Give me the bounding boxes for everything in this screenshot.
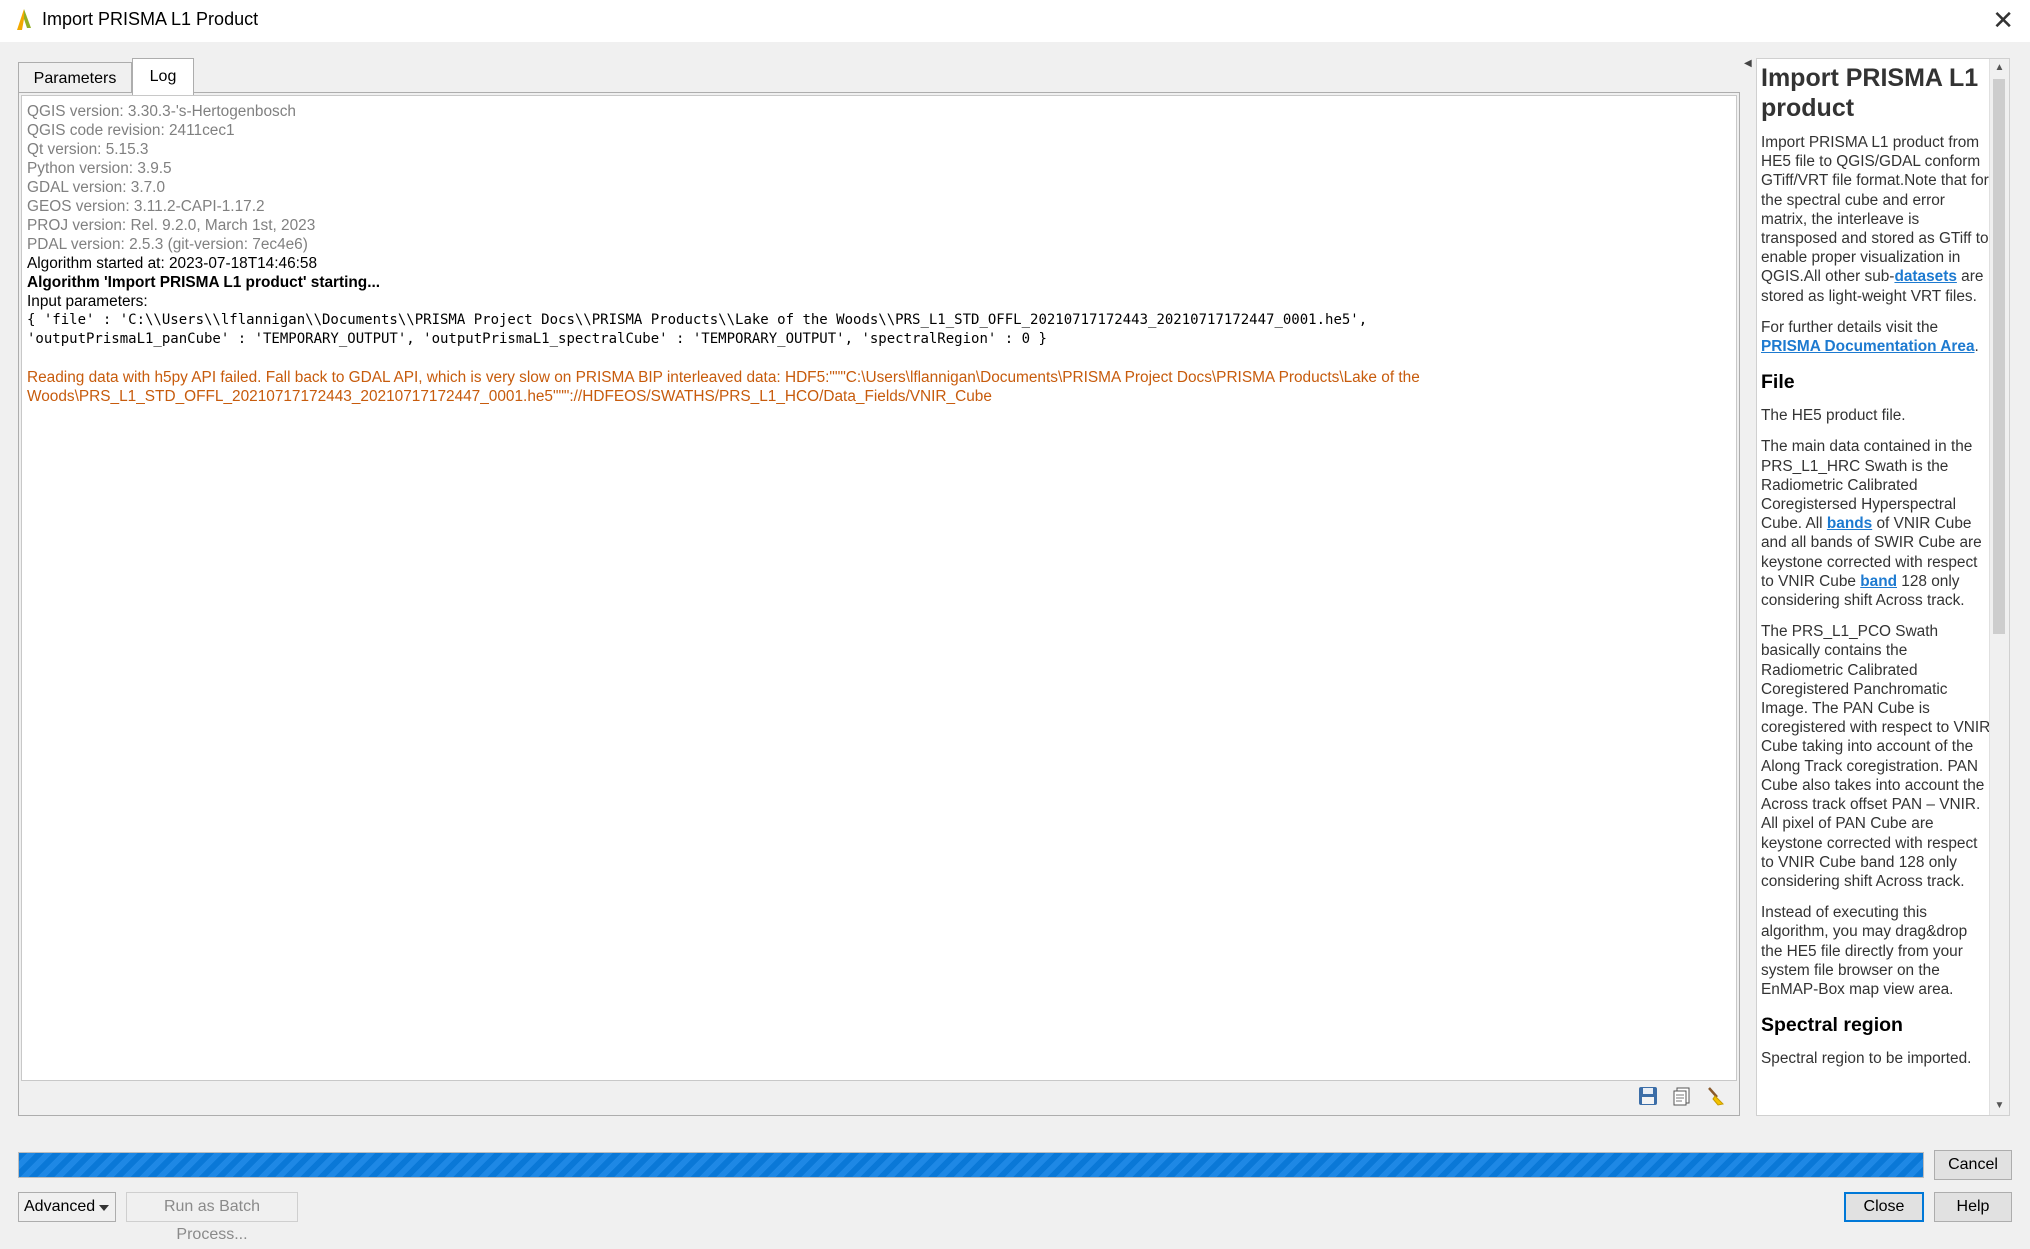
log-started-at: Algorithm started at: 2023-07-18T14:46:5… (27, 255, 318, 272)
progress-bar (18, 1152, 1924, 1178)
log-starting: Algorithm 'Import PRISMA L1 product' sta… (27, 274, 381, 291)
title-bar: Import PRISMA L1 Product ✕ (0, 0, 2030, 42)
help-scrollbar[interactable]: ▲ ▼ (1989, 59, 2009, 1115)
collapse-help-arrow-icon[interactable]: ◀ (1744, 58, 1752, 69)
log-params-line: { 'file' : 'C:\\Users\\lflannigan\\Docum… (27, 312, 1368, 328)
chevron-down-icon (99, 1205, 109, 1211)
save-icon[interactable] (1637, 1085, 1659, 1107)
log-warning: Woods\PRS_L1_STD_OFFL_20210717172443_202… (27, 388, 992, 405)
log-line: QGIS version: 3.30.3-'s-Hertogenbosch (27, 103, 296, 120)
help-panel: Import PRISMA L1 product Import PRISMA L… (1756, 58, 2010, 1116)
file-desc: The HE5 product file. (1761, 407, 1906, 425)
log-line: PROJ version: Rel. 9.2.0, March 1st, 202… (27, 217, 316, 234)
spectral-region-desc: Spectral region to be imported. (1761, 1050, 1972, 1068)
spectral-region-heading: Spectral region (1761, 1014, 1903, 1037)
help-button[interactable]: Help (1934, 1192, 2012, 1222)
copy-icon[interactable] (1671, 1085, 1693, 1107)
help-intro: Import PRISMA L1 product from HE5 file t… (1761, 134, 1989, 305)
log-line: GEOS version: 3.11.2-CAPI-1.17.2 (27, 198, 265, 215)
file-hrc-desc: The main data contained in the PRS_L1_HR… (1761, 438, 1982, 610)
run-batch-button[interactable]: Run as Batch Process... (126, 1192, 298, 1243)
bands-link[interactable]: bands (1827, 515, 1872, 532)
help-title: Import PRISMA L1 product (1761, 64, 1979, 122)
qgis-logo-icon (14, 8, 36, 32)
scroll-up-arrow-icon[interactable]: ▲ (1990, 59, 2009, 77)
window-title: Import PRISMA L1 Product (42, 9, 259, 29)
scroll-thumb[interactable] (1993, 79, 2005, 634)
log-params-line: 'outputPrismaL1_panCube' : 'TEMPORARY_OU… (27, 331, 1047, 347)
log-line: Python version: 3.9.5 (27, 160, 172, 177)
log-input-params-label: Input parameters: (27, 293, 148, 310)
cancel-button[interactable]: Cancel (1934, 1150, 2012, 1180)
file-dragdrop-desc: Instead of executing this algorithm, you… (1761, 904, 1968, 998)
close-button[interactable]: Close (1844, 1192, 1924, 1222)
datasets-link[interactable]: datasets (1894, 268, 1956, 285)
window-close-icon[interactable]: ✕ (1992, 6, 2014, 34)
log-line: Qt version: 5.15.3 (27, 141, 149, 158)
tab-log[interactable]: Log (132, 58, 194, 95)
log-line: GDAL version: 3.7.0 (27, 179, 166, 196)
log-blank-line (27, 349, 1731, 368)
log-text-area[interactable]: QGIS version: 3.30.3-'s-Hertogenbosch QG… (21, 95, 1737, 1081)
progress-fill (19, 1153, 1923, 1177)
prisma-doc-link[interactable]: PRISMA Documentation Area (1761, 338, 1975, 355)
tab-parameters[interactable]: Parameters (18, 62, 132, 94)
log-pane: QGIS version: 3.30.3-'s-Hertogenbosch QG… (18, 92, 1740, 1116)
file-heading: File (1761, 371, 1795, 394)
clear-broom-icon[interactable] (1705, 1085, 1727, 1107)
log-toolbar (1637, 1085, 1727, 1109)
log-line: PDAL version: 2.5.3 (git-version: 7ec4e6… (27, 236, 308, 253)
advanced-label: Advanced (24, 1198, 96, 1215)
log-warning: Reading data with h5py API failed. Fall … (27, 369, 1420, 386)
advanced-dropdown[interactable]: Advanced (18, 1192, 116, 1222)
file-pco-desc: The PRS_L1_PCO Swath basically contains … (1761, 623, 1991, 890)
band-link[interactable]: band (1860, 573, 1897, 590)
log-line: QGIS code revision: 2411cec1 (27, 122, 235, 139)
help-content: Import PRISMA L1 product Import PRISMA L… (1761, 63, 1991, 1080)
scroll-down-arrow-icon[interactable]: ▼ (1990, 1097, 2009, 1115)
help-further: For further details visit the PRISMA Doc… (1761, 318, 1979, 356)
